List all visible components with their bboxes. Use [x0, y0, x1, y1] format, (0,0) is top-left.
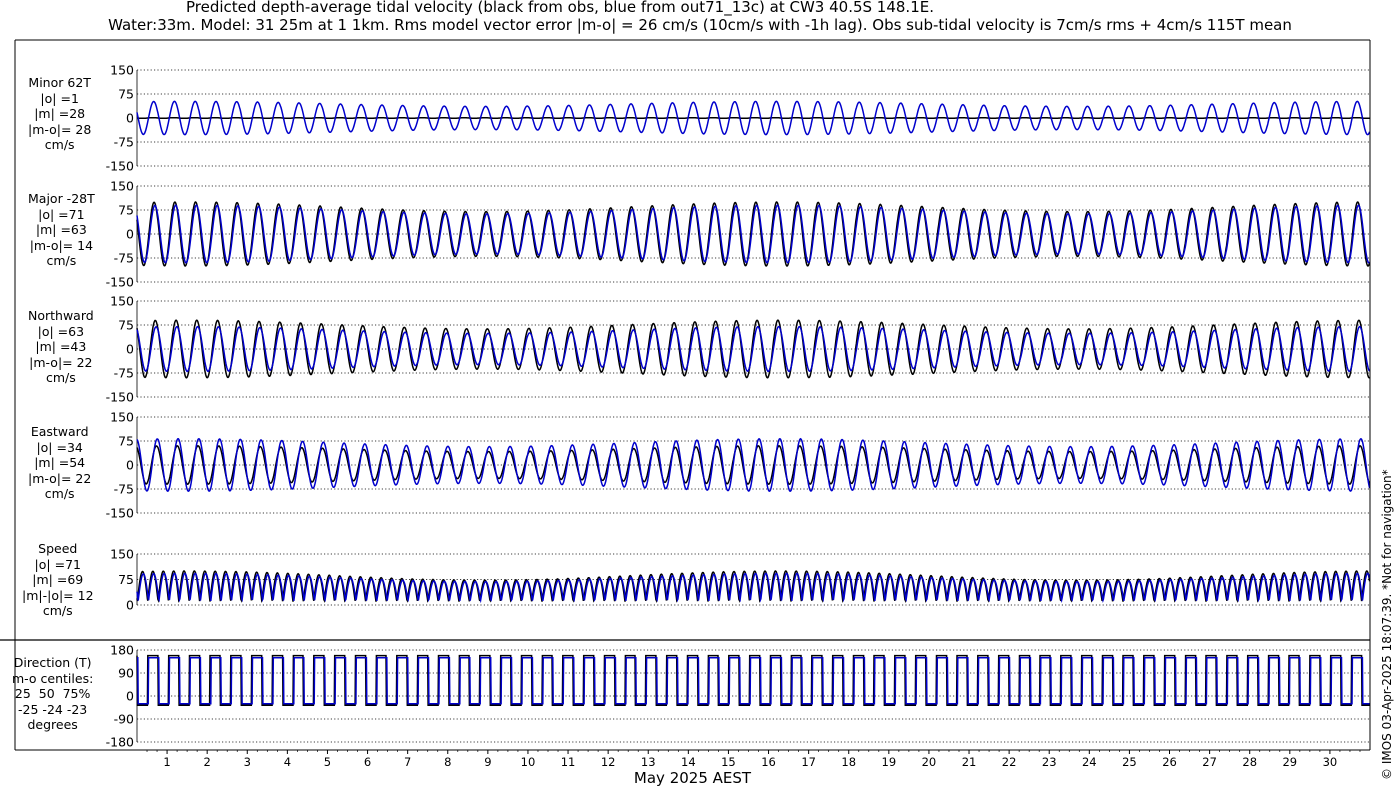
ytick-minor-2: 0 [126, 111, 134, 126]
ytick-major-0: 150 [110, 179, 134, 194]
xtick-label-19: 19 [882, 755, 897, 769]
xtick-label-29: 29 [1282, 755, 1297, 769]
xtick-label-30: 30 [1323, 755, 1338, 769]
xtick-label-13: 13 [641, 755, 656, 769]
ytick-major-2: 0 [126, 227, 134, 242]
xtick-label-20: 20 [922, 755, 937, 769]
xtick-label-10: 10 [521, 755, 536, 769]
ytick-minor-1: 75 [118, 87, 134, 102]
xtick-label-8: 8 [444, 755, 451, 769]
credit-text: © IMOS 03-Apr-2025 18:07:39. *Not for na… [1380, 469, 1394, 780]
xtick-label-9: 9 [484, 755, 491, 769]
ytick-minor-0: 150 [110, 63, 134, 78]
panel-label-speed: Speed |o| =71 |m| =69 |m|-|o|= 12 cm/s [22, 541, 94, 618]
xtick-label-16: 16 [761, 755, 776, 769]
ytick-major-3: -75 [114, 251, 134, 266]
xtick-label-7: 7 [404, 755, 411, 769]
xtick-label-17: 17 [801, 755, 816, 769]
ytick-speed-2: 0 [126, 598, 134, 613]
xtick-label-6: 6 [364, 755, 371, 769]
xtick-label-5: 5 [324, 755, 331, 769]
ytick-direction-2: 0 [126, 689, 134, 704]
ytick-north-2: 0 [126, 342, 134, 357]
panel-label-major: Major -28T |o| =71 |m| =63 |m-o|= 14 cm/… [28, 191, 95, 268]
ytick-north-0: 150 [110, 294, 134, 309]
ytick-major-1: 75 [118, 203, 134, 218]
xtick-label-21: 21 [962, 755, 977, 769]
ytick-direction-4: -180 [106, 735, 134, 750]
ytick-speed-0: 150 [110, 547, 134, 562]
ytick-east-1: 75 [118, 434, 134, 449]
panel-label-east: Eastward |o| =34 |m| =54 |m-o|= 22 cm/s [28, 424, 92, 501]
xtick-label-23: 23 [1042, 755, 1057, 769]
ytick-north-4: -150 [106, 390, 134, 405]
xtick-label-15: 15 [721, 755, 736, 769]
panel-label-north: Northward |o| =63 |m| =43 |m-o|= 22 cm/s [28, 308, 94, 385]
ytick-speed-1: 75 [118, 572, 134, 587]
xtick-label-1: 1 [163, 755, 170, 769]
xtick-label-11: 11 [561, 755, 576, 769]
ytick-north-1: 75 [118, 318, 134, 333]
ytick-minor-4: -150 [106, 159, 134, 174]
xtick-label-4: 4 [284, 755, 291, 769]
xtick-label-28: 28 [1242, 755, 1257, 769]
ytick-direction-3: -90 [114, 712, 134, 727]
series-obs-minor [137, 116, 1370, 120]
xtick-label-24: 24 [1082, 755, 1097, 769]
xtick-label-22: 22 [1002, 755, 1017, 769]
ytick-east-0: 150 [110, 410, 134, 425]
xtick-label-14: 14 [681, 755, 696, 769]
x-axis-label: May 2025 AEST [633, 769, 752, 787]
ytick-east-3: -75 [114, 482, 134, 497]
xtick-label-3: 3 [244, 755, 251, 769]
ytick-direction-0: 180 [110, 643, 134, 658]
ytick-north-3: -75 [114, 366, 134, 381]
xtick-label-26: 26 [1162, 755, 1177, 769]
xtick-label-25: 25 [1122, 755, 1137, 769]
xtick-label-18: 18 [841, 755, 856, 769]
ytick-direction-1: 90 [118, 666, 134, 681]
ytick-major-4: -150 [106, 275, 134, 290]
ytick-minor-3: -75 [114, 135, 134, 150]
ytick-east-4: -150 [106, 506, 134, 521]
xtick-label-2: 2 [204, 755, 211, 769]
ytick-east-2: 0 [126, 458, 134, 473]
panel-label-direction: Direction (T) m-o centiles: 25 50 75% -2… [12, 655, 94, 732]
series-obs-speed [136, 570, 1371, 604]
series-obs-direction [136, 654, 1370, 706]
panel-label-minor: Minor 62T |o| =1 |m| =28 |m-o|= 28 cm/s [28, 75, 92, 152]
xtick-label-27: 27 [1202, 755, 1217, 769]
xtick-label-12: 12 [601, 755, 616, 769]
chart-canvas: 150750-75-150150750-75-150150750-75-1501… [0, 39, 1371, 769]
